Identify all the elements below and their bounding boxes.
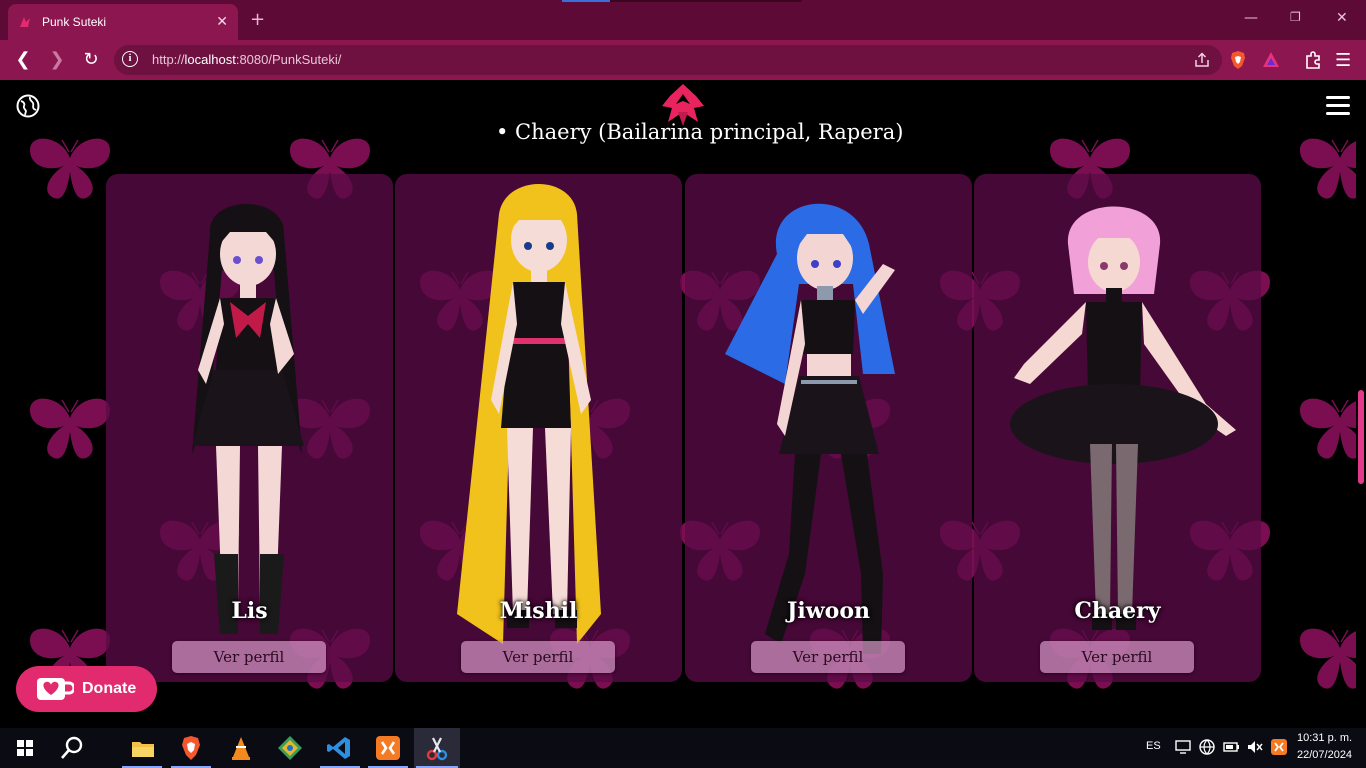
member-role-text: • Chaery (Bailarina principal, Rapera) xyxy=(496,120,904,144)
gitkraken-icon[interactable] xyxy=(276,734,304,762)
browser-menu-button[interactable]: ☰ xyxy=(1335,50,1351,71)
url-text: http://localhost:8080/PunkSuteki/ xyxy=(152,52,342,67)
member-card: Jiwoon Ver perfil xyxy=(685,174,972,682)
tab-punk-suteki[interactable]: Punk Suteki ✕ xyxy=(8,4,238,40)
maximize-button[interactable]: ❐ xyxy=(1290,10,1301,24)
site-info-icon[interactable]: i xyxy=(122,51,138,67)
member-card: Chaery Ver perfil xyxy=(974,174,1261,682)
page-scrollbar-thumb[interactable] xyxy=(1358,390,1364,484)
volume-muted-icon[interactable] xyxy=(1244,736,1266,758)
view-profile-button[interactable]: Ver perfil xyxy=(751,641,905,673)
brave-shields-icon[interactable] xyxy=(1228,50,1248,70)
windows-start-icon[interactable] xyxy=(11,734,39,762)
minimize-button[interactable]: — xyxy=(1244,10,1258,26)
battery-icon[interactable] xyxy=(1220,736,1242,758)
windows-taskbar: ES 10:31 p. m. 22/07/2024 xyxy=(0,728,1366,768)
member-name: Chaery xyxy=(1074,598,1161,624)
search-icon[interactable] xyxy=(58,734,86,762)
tab-close-icon[interactable]: ✕ xyxy=(216,14,228,30)
donate-button[interactable]: Donate xyxy=(16,666,157,712)
snipping-tool-icon[interactable] xyxy=(423,734,451,762)
member-name: Mishil xyxy=(499,598,578,624)
device-tray-icon[interactable] xyxy=(1172,736,1194,758)
browser-toolbar: ❮ ❯ ↻ i http://localhost:8080/PunkSuteki… xyxy=(0,40,1366,80)
coffee-cup-heart-icon xyxy=(37,678,74,700)
view-profile-button[interactable]: Ver perfil xyxy=(172,641,326,673)
file-explorer-icon[interactable] xyxy=(129,734,157,762)
reload-button[interactable]: ↻ xyxy=(80,49,102,71)
site-menu-button[interactable] xyxy=(1326,96,1350,116)
language-globe-icon[interactable] xyxy=(16,94,40,118)
address-bar[interactable]: i http://localhost:8080/PunkSuteki/ xyxy=(114,45,1222,75)
member-card: Lis Ver perfil xyxy=(106,174,393,682)
view-profile-button[interactable]: Ver perfil xyxy=(1040,641,1194,673)
member-card: Mishil Ver perfil xyxy=(395,174,682,682)
extensions-icon[interactable] xyxy=(1303,50,1323,70)
page-viewport: • Chaery (Bailarina principal, Rapera) L… xyxy=(0,80,1356,728)
share-icon[interactable] xyxy=(1193,51,1211,69)
tab-indicator xyxy=(562,0,610,2)
close-window-button[interactable]: ✕ xyxy=(1336,10,1348,26)
clock-time[interactable]: 10:31 p. m. xyxy=(1297,732,1352,744)
input-language-indicator[interactable]: ES xyxy=(1146,740,1161,752)
tab-indicator-track xyxy=(610,0,802,2)
xampp-tray-icon[interactable] xyxy=(1268,736,1290,758)
browser-tab-bar: Punk Suteki ✕ + — ❐ ✕ xyxy=(0,0,1366,40)
network-globe-icon[interactable] xyxy=(1196,736,1218,758)
back-button[interactable]: ❮ xyxy=(12,49,34,71)
donate-label: Donate xyxy=(82,680,137,697)
member-name: Jiwoon xyxy=(786,598,871,624)
vlc-icon[interactable] xyxy=(227,734,255,762)
tab-title: Punk Suteki xyxy=(42,15,107,29)
clock-date[interactable]: 22/07/2024 xyxy=(1297,749,1352,761)
xampp-icon[interactable] xyxy=(374,734,402,762)
new-tab-button[interactable]: + xyxy=(250,9,265,30)
view-profile-button[interactable]: Ver perfil xyxy=(461,641,615,673)
brave-rewards-icon[interactable] xyxy=(1261,50,1281,70)
forward-button[interactable]: ❯ xyxy=(46,49,68,71)
member-name: Lis xyxy=(231,598,268,624)
site-favicon-icon xyxy=(20,17,30,27)
brave-browser-icon[interactable] xyxy=(177,734,205,762)
vscode-icon[interactable] xyxy=(325,734,353,762)
